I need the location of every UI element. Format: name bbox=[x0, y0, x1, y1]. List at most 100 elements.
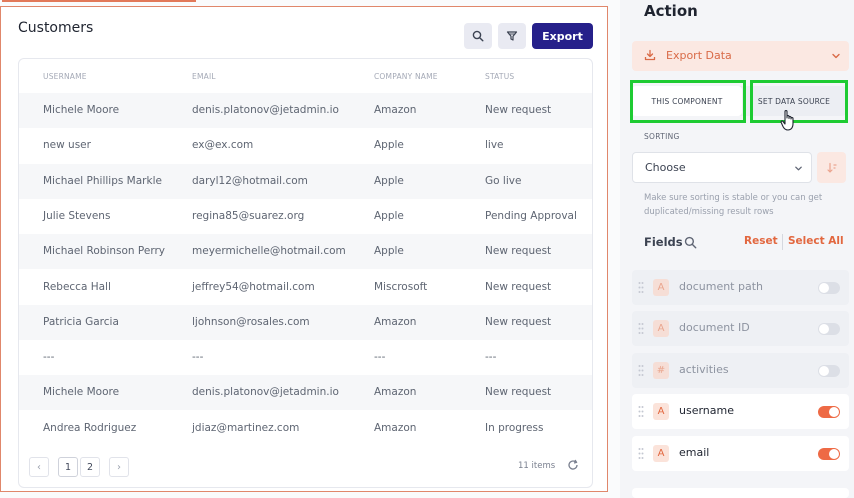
drag-handle-icon[interactable] bbox=[638, 447, 644, 460]
column-header-email[interactable]: EMAIL bbox=[192, 72, 216, 81]
select-all-button[interactable]: Select All bbox=[788, 235, 844, 247]
chevron-down-icon bbox=[795, 166, 802, 171]
cell-email: daryl12@hotmail.com bbox=[192, 174, 308, 187]
cell-email: jdiaz@martinez.com bbox=[192, 421, 300, 434]
cell-company: Apple bbox=[374, 245, 404, 258]
filter-button[interactable] bbox=[498, 23, 526, 49]
field-type-badge: A bbox=[653, 445, 669, 462]
table-row[interactable]: Michael Robinson Perry meyermichelle@hotm… bbox=[19, 234, 592, 270]
field-name: document ID bbox=[679, 321, 750, 334]
field-toggle[interactable] bbox=[818, 323, 840, 335]
table-row[interactable]: Rebecca Hall jeffrey54@hotmail.com Miscros… bbox=[19, 270, 592, 305]
field-item[interactable]: # activities bbox=[632, 353, 849, 388]
search-icon[interactable] bbox=[684, 236, 697, 249]
column-header-company[interactable]: COMPANY NAME bbox=[374, 72, 438, 81]
cell-username: Michael Phillips Markle bbox=[43, 174, 162, 187]
toggle-knob bbox=[819, 324, 829, 334]
cell-username: Rebecca Hall bbox=[43, 280, 111, 293]
field-toggle[interactable] bbox=[818, 282, 840, 294]
hand-cursor-icon bbox=[780, 110, 794, 131]
table-row[interactable]: Patricia Garcia ljohnson@rosales.com Amazo… bbox=[19, 304, 592, 340]
reset-button[interactable]: Reset bbox=[744, 235, 778, 247]
customers-panel: Customers Export USERNAME EMAIL COMPANY … bbox=[0, 0, 620, 498]
table-header: USERNAME EMAIL COMPANY NAME STATUS bbox=[19, 59, 592, 93]
next-page-button[interactable]: › bbox=[109, 457, 129, 477]
card-title: Customers bbox=[18, 20, 94, 36]
cell-status: New request bbox=[485, 245, 552, 258]
toggle-knob bbox=[829, 407, 839, 417]
cell-email: ex@ex.com bbox=[192, 139, 254, 152]
cell-company: Amazon bbox=[374, 421, 417, 434]
field-item[interactable]: Aemail bbox=[632, 436, 849, 471]
column-header-username[interactable]: USERNAME bbox=[43, 72, 87, 81]
cell-username: Andrea Rodriguez bbox=[43, 421, 137, 434]
page-button-2[interactable]: 2 bbox=[80, 457, 100, 477]
field-item-clipped[interactable] bbox=[632, 488, 849, 498]
page-button-1[interactable]: 1 bbox=[58, 457, 78, 477]
cell-status: New request bbox=[485, 386, 552, 399]
field-type-badge: A bbox=[653, 403, 669, 420]
highlight-box bbox=[750, 80, 848, 123]
filter-icon bbox=[506, 31, 518, 41]
refresh-icon[interactable] bbox=[567, 459, 579, 471]
column-header-status[interactable]: STATUS bbox=[485, 72, 514, 81]
prev-page-button[interactable]: ‹ bbox=[29, 457, 49, 477]
customers-card: Customers Export USERNAME EMAIL COMPANY … bbox=[0, 6, 608, 492]
chevron-down-icon bbox=[832, 53, 840, 59]
cell-status: New request bbox=[485, 315, 552, 328]
cell-company: Amazon bbox=[374, 315, 417, 328]
field-toggle[interactable] bbox=[818, 406, 840, 418]
fields-heading: Fields bbox=[644, 235, 683, 249]
field-item[interactable]: Adocument ID bbox=[632, 311, 849, 346]
download-icon bbox=[644, 49, 656, 61]
field-name: document path bbox=[679, 280, 764, 293]
toggle-knob bbox=[819, 283, 829, 293]
cell-company: Amazon bbox=[374, 104, 417, 116]
table-row[interactable]: Michele Moore denis.platonov@jetadmin.io A… bbox=[19, 93, 592, 128]
drag-handle-icon[interactable] bbox=[638, 281, 644, 294]
export-button[interactable]: Export bbox=[532, 23, 593, 49]
drag-handle-icon[interactable] bbox=[638, 322, 644, 335]
export-data-label: Export Data bbox=[666, 49, 732, 62]
field-type-badge: # bbox=[653, 362, 669, 379]
sort-direction-button[interactable] bbox=[817, 152, 846, 183]
cell-company: Amazon bbox=[374, 386, 417, 399]
field-type-badge: A bbox=[653, 320, 669, 337]
cell-status: Go live bbox=[485, 174, 522, 187]
field-toggle[interactable] bbox=[818, 365, 840, 377]
table-row[interactable]: new user ex@ex.com Apple live bbox=[19, 128, 592, 163]
table-row[interactable]: --- --- --- --- bbox=[19, 340, 592, 375]
sorting-value: Choose bbox=[645, 161, 686, 174]
table-row[interactable]: Michael Phillips Markle daryl12@hotmail.c… bbox=[19, 163, 592, 199]
cell-email: --- bbox=[192, 351, 204, 364]
table-row[interactable]: Andrea Rodriguez jdiaz@martinez.com Amazon… bbox=[19, 411, 592, 446]
field-item[interactable]: Adocument path bbox=[632, 270, 849, 305]
sidebar-title: Action bbox=[644, 2, 698, 20]
sorting-label: SORTING bbox=[644, 132, 680, 141]
field-toggle[interactable] bbox=[818, 448, 840, 460]
cell-email: denis.platonov@jetadmin.io bbox=[192, 386, 339, 399]
cell-company: Apple bbox=[374, 139, 404, 152]
cell-username: --- bbox=[43, 351, 55, 364]
table-row[interactable]: Michele Moore denis.platonov@jetadmin.io A… bbox=[19, 375, 592, 411]
drag-handle-icon[interactable] bbox=[638, 405, 644, 418]
table-row[interactable]: Julie Stevens regina85@suarez.org Apple Pen… bbox=[19, 199, 592, 234]
toggle-knob bbox=[829, 449, 839, 459]
sort-direction-icon bbox=[826, 162, 836, 173]
field-type-badge: A bbox=[653, 279, 669, 296]
cell-username: Michael Robinson Perry bbox=[43, 245, 166, 258]
divider bbox=[782, 234, 783, 250]
cell-email: ljohnson@rosales.com bbox=[192, 315, 310, 328]
search-button[interactable] bbox=[464, 23, 492, 49]
drag-handle-icon[interactable] bbox=[638, 364, 644, 377]
cell-status: New request bbox=[485, 104, 552, 116]
sorting-select[interactable]: Choose bbox=[632, 152, 812, 183]
items-count: 11 items bbox=[518, 461, 556, 471]
cell-username: Michele Moore bbox=[43, 386, 120, 399]
search-icon bbox=[472, 30, 484, 42]
cell-username: new user bbox=[43, 139, 91, 152]
export-data-dropdown[interactable]: Export Data bbox=[632, 41, 849, 71]
field-item[interactable]: Ausername bbox=[632, 394, 849, 429]
highlight-box bbox=[630, 80, 746, 123]
cell-email: denis.platonov@jetadmin.io bbox=[192, 104, 339, 116]
